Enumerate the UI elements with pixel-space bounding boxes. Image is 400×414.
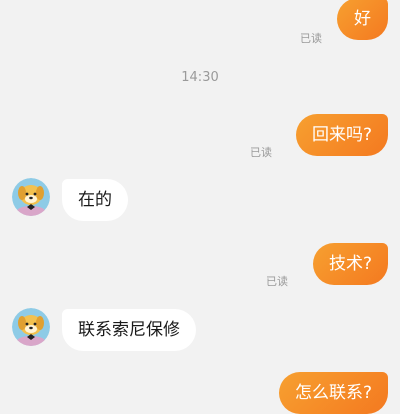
outgoing-message-bubble[interactable]: 技术? (312, 243, 388, 285)
outgoing-message-bubble[interactable]: 回来吗? (295, 114, 388, 156)
timestamp: 14:30 (181, 70, 219, 85)
incoming-message-bubble[interactable]: 联系索尼保修 (62, 309, 196, 351)
dog-avatar-icon (12, 178, 50, 216)
read-receipt: 已读 (300, 32, 322, 45)
outgoing-message-bubble[interactable]: 怎么联系? (278, 372, 388, 414)
read-receipt: 已读 (250, 146, 272, 159)
contact-avatar[interactable] (12, 178, 50, 216)
dog-avatar-icon (12, 308, 50, 346)
read-receipt: 已读 (266, 275, 288, 288)
outgoing-message-bubble[interactable]: 好 (337, 0, 388, 40)
incoming-message-bubble[interactable]: 在的 (62, 179, 128, 221)
contact-avatar[interactable] (12, 308, 50, 346)
